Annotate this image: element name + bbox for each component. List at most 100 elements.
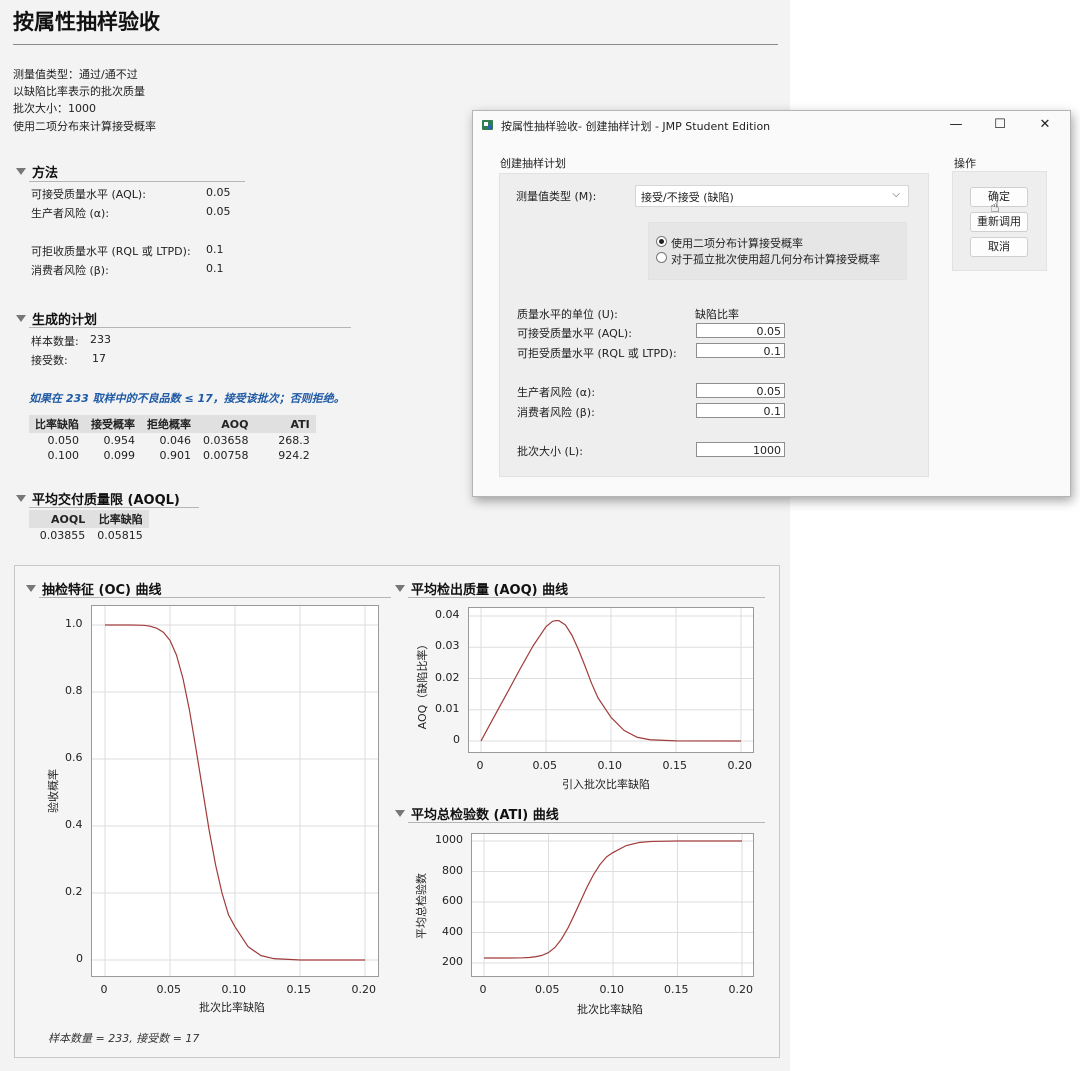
y-tick-label: 1000 [435,833,463,846]
ati-y-axis-title: 平均总检验数 [415,873,428,939]
method-outline-toggle[interactable]: 方法 [16,162,58,181]
disclosure-triangle-icon[interactable] [16,315,26,322]
table-header: AOQL [29,510,92,528]
lot-size-label: 批次大小 (L): [517,445,583,458]
disclosure-triangle-icon[interactable] [16,495,26,502]
section-divider [29,507,199,508]
disclosure-triangle-icon[interactable] [16,168,26,175]
plan-decision-note: 如果在 233 取样中的不良品数 ≤ 17，接受该批次；否则拒绝。 [29,392,345,405]
x-tick-label: 0 [479,983,487,996]
beta-field[interactable]: 0.1 [696,403,785,418]
measurement-type-value: 接受/不接受 (缺陷) [641,191,734,204]
x-tick-label: 0.05 [532,759,558,772]
table-row: 0.03855 0.05815 [29,528,149,543]
oc-x-axis-title: 批次比率缺陷 [199,1001,265,1014]
y-tick-label: 800 [442,863,463,877]
x-tick-label: 0.15 [662,759,688,772]
y-tick-label: 0.4 [65,818,83,831]
table-header: 拒绝概率 [141,415,197,433]
disclosure-triangle-icon[interactable] [395,585,405,592]
aql-value: 0.05 [206,186,231,199]
y-tick-label: 0 [76,952,83,965]
measurement-type-select[interactable]: 接受/不接受 (缺陷) ⌵ [635,185,909,207]
cancel-button[interactable]: 取消 [970,237,1028,257]
plan-results-table: 比率缺陷 接受概率 拒绝概率 AOQ ATI 0.050 0.954 0.046… [29,415,316,463]
table-header: ATI [254,415,316,433]
table-cell: 0.046 [159,434,192,447]
table-cell: 0.05815 [97,529,143,542]
aql-label: 可接受质量水平 (AQL): [31,188,146,201]
aoql-table: AOQL 比率缺陷 0.03855 0.05815 [29,510,149,543]
y-tick-label: 600 [442,894,463,907]
table-cell: 0.03658 [203,434,249,447]
x-tick-label: 0.15 [286,983,312,996]
info-line: 测量值类型：通过/通不过 [13,68,138,81]
rql-field-label: 可拒受质量水平 (RQL 或 LTPD): [517,347,677,360]
aql-field[interactable]: 0.05 [696,323,785,338]
oc-y-axis-title: 验收概率 [47,769,60,813]
plan-outline-toggle[interactable]: 生成的计划 [16,309,97,328]
sample-size-label: 样本数量: [31,335,79,348]
aoq-plot-area[interactable] [468,607,754,753]
ati-outline-toggle[interactable]: 平均总检验数 (ATI) 曲线 [395,804,559,823]
y-tick-label: 0.03 [435,639,460,653]
beta-label: 消费者风险 (β): [31,264,109,277]
table-cell: 0.100 [47,449,80,462]
quality-unit-label: 质量水平的单位 (U): [517,308,618,321]
chart-svg [469,608,753,752]
binomial-radio[interactable] [656,236,667,247]
table-cell: 0.901 [159,449,192,462]
plan-heading: 生成的计划 [32,313,98,328]
section-divider [408,597,765,598]
hand-cursor-icon: ☝ [990,197,1000,216]
table-cell: 0.050 [47,434,80,447]
beta-value: 0.1 [206,262,224,275]
hypergeometric-radio[interactable] [656,252,667,263]
y-tick-label: 400 [442,924,463,938]
rql-field[interactable]: 0.1 [696,343,785,358]
create-plan-group-label: 创建抽样计划 [500,157,566,170]
table-row: 0.050 0.954 0.046 0.03658 268.3 [29,433,316,448]
rql-value: 0.1 [206,243,224,256]
disclosure-triangle-icon[interactable] [395,810,405,817]
ati-plot-area[interactable] [471,833,754,977]
aoql-heading: 平均交付质量限 (AOQL) [32,493,180,508]
y-tick-label: 0.02 [435,670,460,684]
alpha-field[interactable]: 0.05 [696,383,785,398]
chart-caption: 样本数量 = 233, 接受数 = 17 [48,1032,200,1045]
y-tick-label: 0.04 [435,608,460,621]
x-tick-label: 0.10 [597,759,623,772]
x-tick-label: 0 [476,759,484,772]
maximize-icon[interactable]: ☐ [985,114,1015,136]
create-plan-dialog: 按属性抽样验收- 创建抽样计划 - JMP Student Edition — … [472,110,1071,497]
table-cell: 0.954 [103,434,136,447]
lot-size-field[interactable]: 1000 [696,442,785,457]
section-divider [39,597,391,598]
ati-x-axis-title: 批次比率缺陷 [577,1003,643,1016]
aoq-outline-toggle[interactable]: 平均检出质量 (AOQ) 曲线 [395,579,568,598]
ati-chart-title: 平均总检验数 (ATI) 曲线 [411,808,559,823]
x-tick-label: 0 [100,983,108,996]
accept-number-value: 17 [92,352,106,365]
aoql-outline-toggle[interactable]: 平均交付质量限 (AOQL) [16,489,180,508]
report-title: 按属性抽样验收 [13,10,160,34]
x-tick-label: 0.20 [351,983,377,996]
oc-plot-area[interactable] [91,605,379,977]
alpha-value: 0.05 [206,205,231,218]
hypergeometric-radio-label[interactable]: 对于孤立批次使用超几何分布计算接受概率 [671,251,880,267]
binomial-radio-label[interactable]: 使用二项分布计算接受概率 [671,235,803,251]
close-icon[interactable]: ✕ [1030,114,1060,136]
y-tick-label: 0.8 [65,684,83,697]
table-header: 比率缺陷 [29,415,85,433]
table-cell: 0.00758 [203,449,249,462]
minimize-icon[interactable]: — [941,114,971,136]
y-tick-label: 1.0 [65,617,83,630]
x-tick-label: 0.10 [221,983,247,996]
y-tick-label: 0.6 [65,751,83,764]
x-tick-label: 0.20 [728,983,754,996]
chevron-down-icon: ⌵ [892,189,900,200]
operations-label: 操作 [954,157,976,170]
title-divider [13,44,778,45]
disclosure-triangle-icon[interactable] [26,585,36,592]
oc-outline-toggle[interactable]: 抽检特征 (OC) 曲线 [26,579,162,598]
